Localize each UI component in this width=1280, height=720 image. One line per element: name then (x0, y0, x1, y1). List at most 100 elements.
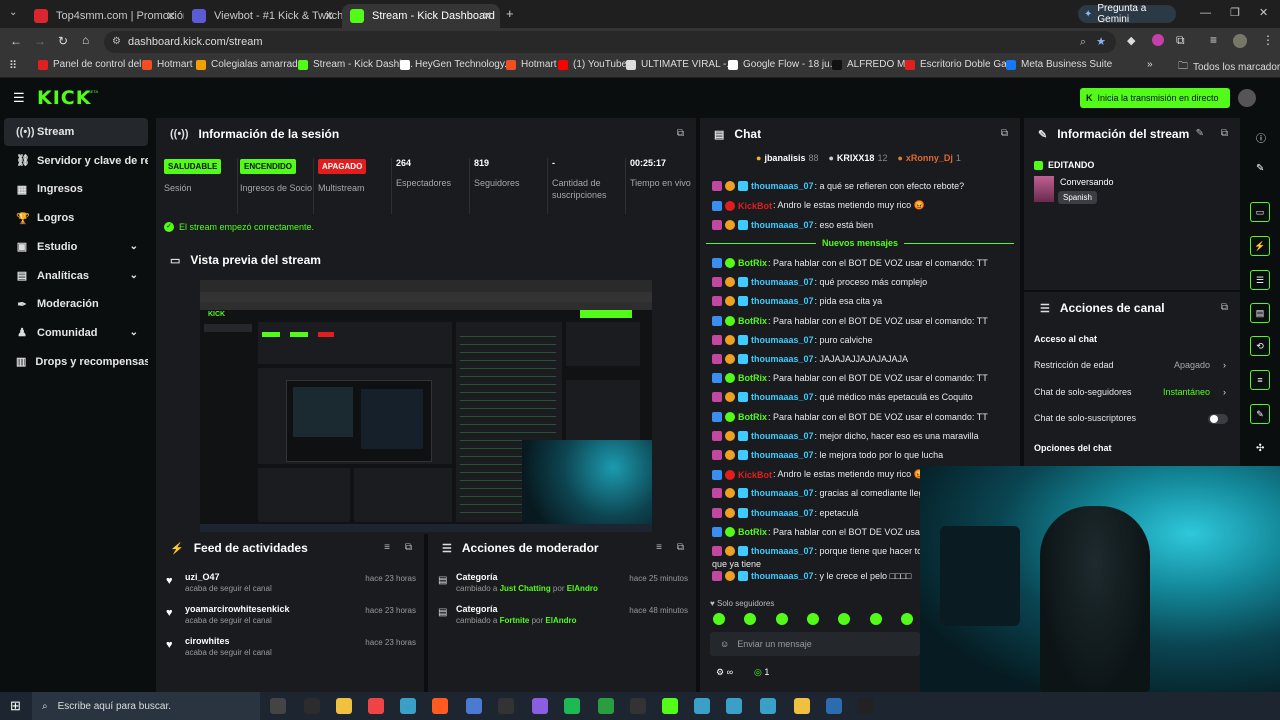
emote-icon[interactable] (900, 613, 913, 625)
edit-pencil-icon[interactable]: ✎ (1196, 128, 1204, 139)
channel-action-row[interactable]: Chat de solo-suscriptores (1034, 413, 1228, 427)
bookmark-item[interactable]: Meta Business Suite (1006, 59, 1112, 70)
channel-action-row[interactable]: Restricción de edad Apagado › (1034, 360, 1228, 374)
tab-top4smm[interactable]: Top4smm.com | Promoción de ... ✕ (26, 4, 184, 28)
taskbar-app-icon[interactable] (400, 698, 416, 714)
taskbar-app-icon[interactable] (368, 698, 384, 714)
taskbar-app-icon[interactable] (432, 698, 448, 714)
filter-icon[interactable]: ≡ (384, 542, 390, 553)
close-tab-icon[interactable]: ✕ (482, 9, 492, 23)
popout-icon[interactable]: ⧉ (1221, 302, 1228, 313)
feed-username[interactable]: yoamarcirowhitesenkick (185, 604, 290, 614)
moderator-link[interactable]: ElAndro (567, 584, 598, 593)
extension-pink-icon[interactable] (1152, 34, 1164, 46)
user-avatar[interactable] (1238, 89, 1256, 107)
home-icon[interactable]: ⌂ (82, 33, 89, 47)
filter-icon[interactable]: ≡ (656, 542, 662, 553)
feed-username[interactable]: uzi_O47 (185, 572, 272, 582)
rail-video-icon[interactable]: ▭ (1250, 202, 1270, 222)
bookmark-item[interactable]: Stream - Kick Dashb... (298, 59, 413, 70)
forward-arrow-icon[interactable]: → (34, 34, 46, 48)
sidebar-item-drops[interactable]: ▥ Drops y recompensas (4, 348, 148, 376)
emote-icon[interactable] (775, 613, 788, 625)
windows-start-icon[interactable]: ⊞ (10, 698, 21, 714)
bookmark-item[interactable]: (1) YouTube (558, 59, 627, 70)
bookmark-item[interactable]: Panel de control del... (38, 59, 150, 70)
rail-stack-icon[interactable]: ≡ (1250, 370, 1270, 390)
bookmark-item[interactable]: ALFREDO MX (832, 59, 912, 70)
top-chatter[interactable]: ● xRonny_Dj 1 (897, 153, 960, 163)
kick-logo[interactable]: KICK (37, 87, 91, 109)
taskbar-app-icon[interactable] (598, 698, 614, 714)
category-thumbnail[interactable] (1034, 176, 1054, 202)
bookmark-item[interactable]: Hotmart (142, 59, 193, 70)
chat-username[interactable]: thoumaaas_07 (751, 335, 814, 345)
popout-icon[interactable]: ⧉ (677, 542, 684, 553)
top-chatter[interactable]: ● KRIXX18 12 (828, 153, 887, 163)
apps-grid-icon[interactable]: ⠿ (9, 59, 17, 72)
chat-username[interactable]: thoumaaas_07 (751, 220, 814, 230)
sidebar-item-revenue[interactable]: ▦ Ingresos (4, 175, 148, 203)
sidebar-item-analytics[interactable]: ▤ Analíticas ⌄ (4, 262, 148, 290)
pencil-icon[interactable]: ✎ (1256, 163, 1264, 174)
taskbar-search[interactable]: ⌕ Escribe aquí para buscar. (32, 692, 260, 720)
taskbar-app-icon[interactable] (564, 698, 580, 714)
chevron-right-icon[interactable]: › (1223, 360, 1226, 370)
channel-action-row[interactable]: Chat de solo-seguidores Instantáneo › (1034, 387, 1228, 401)
more-bookmarks-icon[interactable]: » (1147, 59, 1153, 70)
extensions-puzzle-icon[interactable]: ⧉ (1176, 33, 1185, 48)
info-icon[interactable]: ⓘ (1256, 130, 1266, 145)
chat-username[interactable]: thoumaaas_07 (751, 508, 814, 518)
taskbar-app-icon[interactable] (662, 698, 678, 714)
chat-username[interactable]: KickBot (738, 470, 772, 480)
taskbar-app-icon[interactable] (630, 698, 646, 714)
chat-username[interactable]: thoumaaas_07 (751, 450, 814, 460)
taskbar-app-icon[interactable] (794, 698, 810, 714)
extension-diamond-icon[interactable]: ◆ (1127, 34, 1135, 47)
toggle-switch[interactable] (1208, 414, 1228, 424)
chat-username[interactable]: BotRix (738, 527, 767, 537)
tab-viewbot[interactable]: Viewbot - #1 Kick & Twitch Vie... ✕ (184, 4, 342, 28)
stream-preview-video[interactable]: KICK (200, 280, 652, 532)
chevron-right-icon[interactable]: › (1223, 387, 1226, 397)
taskbar-app-icon[interactable] (858, 698, 874, 714)
sidebar-item-signal[interactable]: ((•)) Stream (4, 118, 148, 146)
tab-kick-dashboard[interactable]: Stream - Kick Dashboard ✕ (342, 4, 500, 28)
zoom-search-icon[interactable]: ⌕ (1080, 31, 1086, 53)
hamburger-menu-icon[interactable]: ☰ (13, 90, 25, 106)
tab-menu-chevron-icon[interactable]: ⌄ (9, 7, 17, 18)
taskbar-app-icon[interactable] (726, 698, 742, 714)
chat-username[interactable]: BotRix (738, 412, 767, 422)
top-chatter[interactable]: ● jbanalisis 88 (756, 153, 818, 163)
bookmark-star-icon[interactable]: ★ (1096, 31, 1106, 53)
browser-menu-icon[interactable]: ⋮ (1262, 33, 1274, 47)
rail-broadcast-icon[interactable]: ⟲ (1250, 336, 1270, 356)
sidebar-item-hammer[interactable]: ✒ Moderación (4, 290, 148, 318)
popout-icon[interactable]: ⧉ (405, 542, 412, 553)
reload-icon[interactable]: ↻ (58, 34, 68, 48)
category-link[interactable]: Fortnite (500, 616, 530, 625)
close-tab-icon[interactable]: ✕ (166, 9, 176, 23)
taskbar-app-icon[interactable] (498, 698, 514, 714)
chat-username[interactable]: thoumaaas_07 (751, 181, 814, 191)
chat-settings[interactable]: ⚙ ∞ (716, 667, 733, 678)
minimize-icon[interactable]: — (1200, 7, 1211, 19)
taskbar-app-icon[interactable] (304, 698, 320, 714)
taskbar-app-icon[interactable] (336, 698, 352, 714)
chat-username[interactable]: thoumaaas_07 (751, 392, 814, 402)
popout-icon[interactable]: ⧉ (1001, 128, 1008, 139)
taskbar-app-icon[interactable] (466, 698, 482, 714)
all-bookmarks-folder[interactable]: 🗀 Todos los marcadores (1178, 59, 1280, 76)
chat-username[interactable]: BotRix (738, 373, 767, 383)
bookmark-item[interactable]: Colegialas amarradas (196, 59, 308, 70)
taskbar-app-icon[interactable] (760, 698, 776, 714)
site-info-icon[interactable]: ⚙ (112, 31, 121, 53)
chat-username[interactable]: thoumaaas_07 (751, 431, 814, 441)
taskbar-app-icon[interactable] (532, 698, 548, 714)
window-close-icon[interactable]: ✕ (1259, 6, 1268, 19)
rail-list-icon[interactable]: ☰ (1250, 270, 1270, 290)
bookmark-item[interactable]: HeyGen Technology... (400, 59, 512, 70)
back-arrow-icon[interactable]: ← (10, 34, 22, 48)
sidebar-item-community[interactable]: ♟ Comunidad ⌄ (4, 319, 148, 347)
new-tab-plus-icon[interactable]: + (506, 6, 514, 21)
